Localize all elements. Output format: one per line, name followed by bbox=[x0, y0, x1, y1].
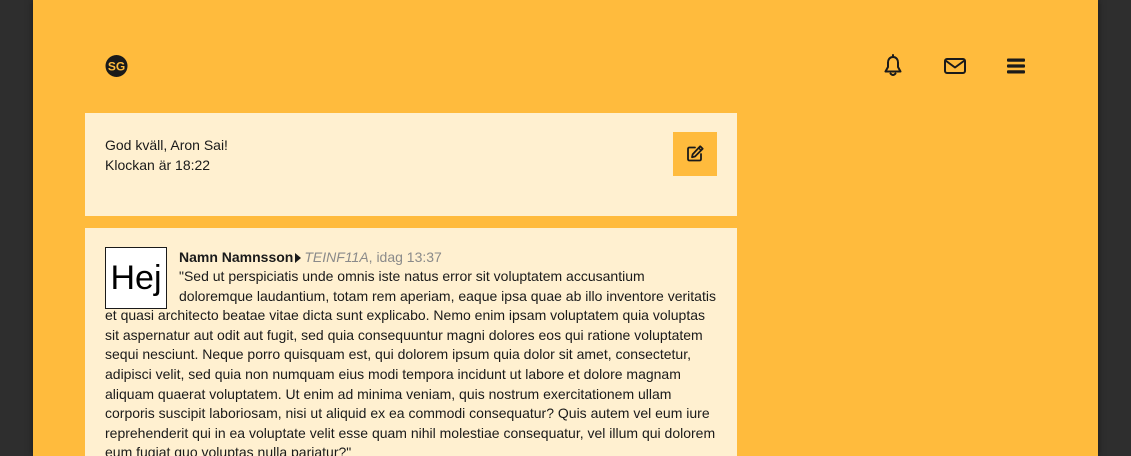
greeting-card: God kväll, Aron Sai! Klockan är 18:22 bbox=[85, 113, 737, 216]
post-time: , idag 13:37 bbox=[368, 249, 442, 265]
post-card: Hej Namn Namnsson TEINF11A, idag 13:37 "S… bbox=[85, 228, 737, 456]
new-post-button[interactable] bbox=[673, 132, 717, 176]
post-content: "Sed ut perspiciatis unde omnis iste nat… bbox=[105, 268, 716, 456]
greeting-line: God kväll, Aron Sai! bbox=[105, 137, 228, 153]
greeting-text: God kväll, Aron Sai! Klockan är 18:22 bbox=[105, 135, 228, 175]
post-author[interactable]: Namn Namnsson bbox=[179, 249, 293, 265]
logo-text: SG bbox=[108, 60, 125, 74]
menu-icon bbox=[1007, 58, 1025, 74]
bell-icon bbox=[884, 54, 902, 76]
post-header: Namn Namnsson TEINF11A, idag 13:37 bbox=[105, 247, 717, 267]
envelope-icon bbox=[944, 58, 966, 74]
clock-line: Klockan är 18:22 bbox=[105, 157, 211, 173]
post-body: Namn Namnsson TEINF11A, idag 13:37 "Sed u… bbox=[105, 247, 717, 456]
page-container: SG God kväll, Aron Sai! Klockan är 18:22 bbox=[33, 0, 1098, 456]
edit-icon bbox=[687, 145, 704, 162]
notifications-button[interactable] bbox=[881, 54, 905, 78]
logo[interactable]: SG bbox=[104, 54, 129, 78]
caret-right-icon bbox=[295, 253, 302, 263]
menu-button[interactable] bbox=[1004, 54, 1028, 78]
logo-icon: SG bbox=[105, 55, 128, 77]
post-group[interactable]: TEINF11A bbox=[304, 249, 368, 265]
messages-button[interactable] bbox=[943, 54, 967, 78]
